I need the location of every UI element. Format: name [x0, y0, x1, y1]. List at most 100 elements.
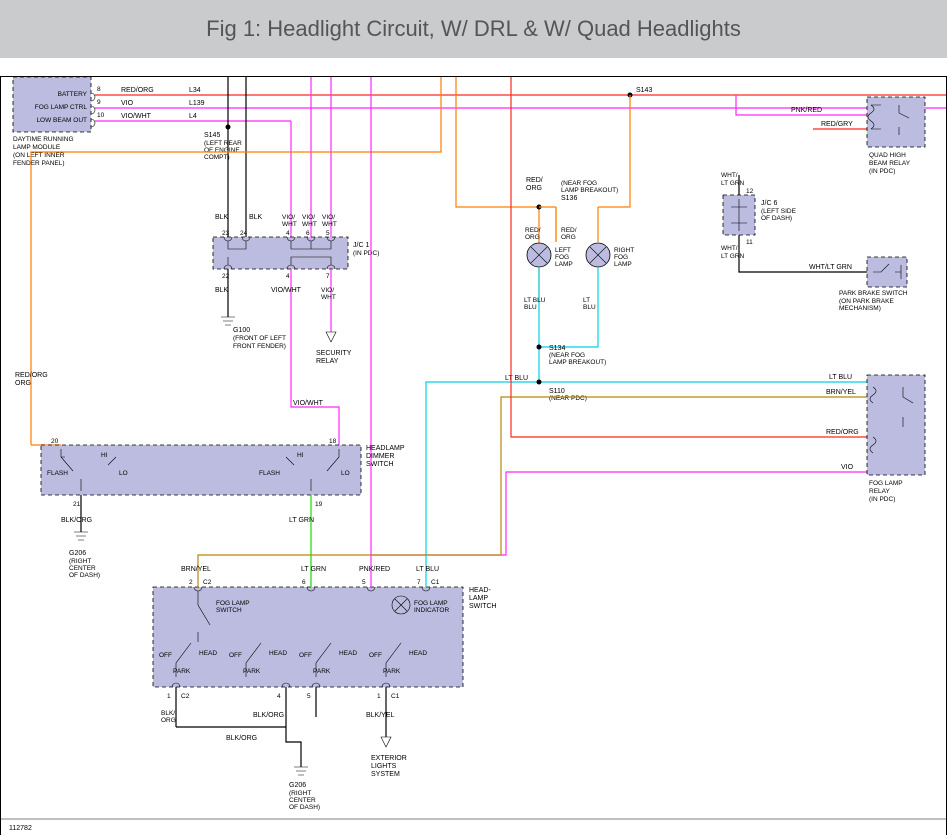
rf2: FOG [614, 254, 628, 261]
drl-pin-foglamp-label: FOG LAMP CTRL [35, 104, 88, 111]
s145-loc1: (LEFT REAR [204, 140, 242, 147]
jc1-p4b: 4 [286, 273, 290, 280]
lbl-vw-sec1: VIO/ [321, 287, 334, 294]
lbl-redgry: RED/GRY [821, 121, 853, 128]
lbl-blkorg-b3: BLK/ORG [226, 735, 257, 742]
s110-id: S110 [549, 388, 565, 395]
s134-dot [537, 345, 542, 350]
sw2-off: OFF [229, 652, 242, 659]
lbl-ltgrn-b: LT GRN [301, 566, 326, 573]
lbl-blkorg-b2: BLK/ORG [253, 712, 284, 719]
schematic-svg: BATTERY FOG LAMP CTRL LOW BEAM OUT DAYTI… [1, 77, 946, 835]
wiring-diagram: BATTERY FOG LAMP CTRL LOW BEAM OUT DAYTI… [0, 76, 947, 835]
lbl-redorg-left2: ORG [15, 380, 31, 387]
drl-loc2: FENDER PANEL) [13, 160, 65, 167]
sw3-head: HEAD [339, 650, 357, 657]
lbl-vio-top: VIO [121, 100, 134, 107]
jc1-p4: 4 [286, 230, 290, 237]
dimmer-n3: SWITCH [366, 461, 394, 468]
lbl-ltblu-b: LT BLU [416, 566, 439, 573]
g100-name: G100 [233, 327, 250, 334]
lbl-vio-fr: VIO [841, 464, 854, 471]
lbl-wlg3: WHT/ [721, 245, 738, 252]
s134-loc1: (NEAR FOG [549, 352, 585, 359]
jc6-p12: 12 [746, 188, 754, 195]
drl-name1: DAYTIME RUNNING [13, 136, 74, 143]
drl-pin-lowbeam-label: LOW BEAM OUT [36, 117, 87, 124]
lbl-redorg-rf2: ORG [561, 234, 576, 241]
g206b-l2: CENTER [289, 797, 316, 804]
lbl-vw3b: WHT [322, 221, 337, 228]
lbl-ltblu-rf: LT [583, 297, 590, 304]
drl-name2: LAMP MODULE [13, 144, 61, 151]
lbl-wlg2: LT GRN [721, 180, 745, 187]
jc1-p24: 24 [240, 230, 248, 237]
extl-1: EXTERIOR [371, 755, 407, 762]
arrow-secrelay [326, 332, 336, 342]
drl-pin10: 10 [97, 112, 105, 119]
jc1-box [213, 237, 348, 269]
lbl-blkorg-b1b: ORG [161, 717, 176, 724]
lbl-redorg-left: RED/ORG [15, 372, 48, 379]
g206a-n: G206 [69, 550, 86, 557]
lbl-vw2a: VIO/ [302, 214, 315, 221]
s136-loc2: LAMP BREAKOUT) [561, 187, 618, 194]
drl-pin9: 9 [97, 99, 101, 106]
title-bar: Fig 1: Headlight Circuit, W/ DRL & W/ Qu… [0, 0, 947, 58]
s110-dot [537, 380, 542, 385]
fogind-l2: INDICATOR [414, 607, 449, 614]
hlsw-n3: SWITCH [469, 603, 497, 610]
lbl-vw1a: VIO/ [282, 214, 295, 221]
quad-relay-l2: BEAM RELAY [869, 160, 911, 167]
lbl-viowht-top: VIO/WHT [121, 113, 152, 120]
drawing-number: 112782 [9, 825, 32, 832]
arrow-extlights [381, 737, 391, 747]
lbl-l139: L139 [189, 100, 205, 107]
s145-loc2: OF ENGINE [204, 147, 240, 154]
splice-s143: S143 [636, 87, 652, 94]
drl-pin-battery-label: BATTERY [58, 91, 88, 98]
sw4-park: PARK [383, 668, 401, 675]
sw2-park: PARK [243, 668, 261, 675]
hlsw-t-c2: C2 [203, 579, 212, 586]
g206b-l3: OF DASH) [289, 804, 320, 811]
lbl-blkorg-b1a: BLK/ [161, 710, 175, 717]
sw1-park: PARK [173, 668, 191, 675]
hlsw-t-p6: 6 [302, 579, 306, 586]
s145-id: S145 [204, 132, 220, 139]
quad-relay-l1: QUAD HIGH [869, 152, 906, 159]
extl-3: SYSTEM [371, 771, 400, 778]
lbl-wlg-full: WHT/LT GRN [809, 264, 852, 271]
lbl-redorg-fr: RED/ORG [826, 429, 859, 436]
dim-lo1: LO [119, 470, 128, 477]
hlsw-t-p2: 2 [189, 579, 193, 586]
jc1-p6: 6 [306, 230, 310, 237]
s145-loc3: COMPT) [204, 154, 230, 161]
hlsw-b-p5: 5 [307, 693, 311, 700]
lbl-redorg-lf2: ORG [525, 234, 540, 241]
lbl-blk2: BLK [249, 214, 263, 221]
pb-name: PARK BRAKE SWITCH [839, 290, 908, 297]
lbl-ltblu-right: LT BLU [829, 374, 852, 381]
dim-p18: 18 [329, 438, 337, 445]
lbl-vw1b: WHT [282, 221, 297, 228]
wire-pnkred-route [371, 77, 867, 573]
dim-hi1: HI [101, 452, 108, 459]
s136-loc1: (NEAR FOG [561, 180, 597, 187]
lbl-redorg-rf1: RED/ [561, 227, 577, 234]
jc6-name: J/C 6 [761, 200, 777, 207]
lbl-vw3a: VIO/ [322, 214, 335, 221]
dim-flash2: FLASH [259, 470, 280, 477]
drl-loc1: (ON LEFT INNER [13, 152, 65, 159]
sw4-head: HEAD [409, 650, 427, 657]
wire-org-right-branch [539, 95, 630, 242]
drl-pin8: 8 [97, 86, 101, 93]
s110-loc: (NEAR PDC) [549, 395, 587, 402]
g206a-l3: OF DASH) [69, 572, 100, 579]
g206b-n: G206 [289, 782, 306, 789]
jc1-p7: 7 [326, 273, 330, 280]
spacer [0, 58, 947, 76]
lbl-pnkred-tr: PNK/RED [791, 107, 822, 114]
quad-relay-l3: (IN PDC) [869, 168, 895, 175]
pb-loc2: MECHANISM) [839, 305, 881, 312]
